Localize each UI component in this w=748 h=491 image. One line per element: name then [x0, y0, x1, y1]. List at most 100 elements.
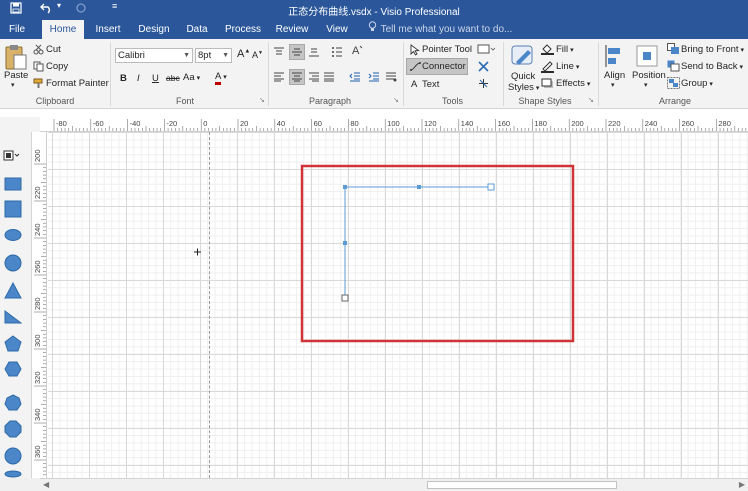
align-shapes-icon[interactable] [604, 44, 624, 71]
grow-font-button[interactable]: A▲ [237, 48, 250, 60]
octagon-stencil-icon[interactable] [4, 420, 22, 441]
group-button[interactable]: Group ▾ [681, 78, 713, 89]
line-pen-icon [541, 61, 554, 76]
format-painter-icon [33, 78, 44, 92]
scroll-right-icon[interactable]: ▶ [739, 480, 745, 489]
font-size-combo[interactable]: 8pt ▼ [195, 48, 232, 63]
divider [598, 42, 599, 106]
effects-button[interactable]: Effects ▾ [556, 78, 590, 89]
paste-dropdown-icon[interactable]: ▾ [11, 81, 15, 89]
circle-stencil-icon[interactable] [4, 254, 22, 275]
right-triangle-stencil-icon[interactable] [4, 310, 23, 327]
dialog-launcher-icon[interactable]: ↘ [259, 96, 265, 104]
ellipse-stencil-icon[interactable] [4, 228, 22, 245]
underline-button[interactable]: U [152, 73, 159, 84]
heptagon-stencil-icon[interactable] [4, 394, 22, 415]
arrange-group-label: Arrange [658, 96, 692, 106]
more-shapes-icon[interactable] [3, 150, 23, 165]
pointer-icon [410, 44, 420, 59]
horizontal-scrollbar[interactable]: ◀ ▶ [40, 478, 748, 491]
pentagon-stencil-icon[interactable] [4, 335, 22, 355]
ruler-label: 220 [608, 119, 621, 128]
font-size-value: 8pt [198, 50, 212, 61]
tab-data[interactable]: Data [182, 20, 212, 39]
italic-button[interactable]: I [137, 73, 140, 84]
bold-button[interactable]: B [120, 73, 127, 84]
tab-process[interactable]: Process [222, 20, 264, 39]
paste-label: Paste [4, 70, 29, 81]
triangle-stencil-icon[interactable] [4, 281, 22, 302]
font-color-button[interactable]: A ▾ [215, 71, 227, 85]
pointer-tool-button[interactable]: Pointer Tool [422, 44, 472, 55]
scroll-left-icon[interactable]: ◀ [43, 480, 49, 489]
tell-me-text: Tell me what you want to do... [380, 24, 513, 35]
align-bottom-icon[interactable] [308, 47, 320, 60]
vertical-ruler[interactable]: 200 220 240 260 280 300 320 340 360 [32, 132, 47, 478]
line-button[interactable]: Line ▾ [556, 61, 579, 72]
ruler-label: -20 [166, 119, 177, 128]
crosshair-cursor-icon [194, 248, 201, 256]
justify-icon[interactable] [323, 72, 335, 85]
delete-x-icon[interactable] [478, 61, 489, 75]
font-name-combo[interactable]: Calibri ▼ [115, 48, 193, 63]
align-dropdown-icon[interactable]: ▾ [611, 81, 615, 89]
rectangle-tool-icon[interactable] [477, 44, 496, 58]
connector-vertex-handle[interactable] [343, 185, 347, 189]
decagon-stencil-icon[interactable] [4, 447, 22, 468]
connector-midpoint-handle[interactable] [417, 185, 421, 189]
strikethrough-button[interactable]: abc [166, 73, 180, 83]
ruler-label: -60 [93, 119, 104, 128]
cut-button[interactable]: Cut [46, 44, 61, 55]
format-painter-button[interactable]: Format Painter [46, 78, 109, 89]
tab-insert[interactable]: Insert [92, 20, 124, 39]
position-button-label[interactable]: Position [632, 70, 666, 81]
horizontal-ruler[interactable]: -80 -60 -40 -20 0 20 40 60 80 100 120 140 160 180 200 2… [40, 117, 748, 132]
quick-styles-label-text: Styles [508, 82, 534, 93]
connector-button[interactable]: Connector [422, 61, 466, 72]
ruler-label: 180 [534, 119, 547, 128]
copy-button[interactable]: Copy [46, 61, 68, 72]
hexagon-stencil-icon[interactable] [4, 361, 22, 380]
connector-line[interactable] [344, 186, 491, 298]
send-to-back-button[interactable]: Send to Back ▾ [681, 61, 743, 72]
shrink-font-button[interactable]: A▼ [252, 50, 263, 60]
quick-styles-icon[interactable] [510, 43, 536, 72]
connector-midpoint-handle[interactable] [343, 241, 347, 245]
position-icon[interactable] [635, 44, 659, 71]
decrease-indent-icon[interactable] [349, 72, 361, 85]
dialog-launcher-icon[interactable]: ↘ [393, 96, 399, 104]
align-center-icon[interactable] [291, 72, 303, 85]
align-button-label[interactable]: Align [604, 70, 625, 81]
connection-point-icon[interactable] [477, 77, 490, 93]
text-tool-button[interactable]: Text [422, 79, 439, 90]
tab-home[interactable]: Home [42, 20, 84, 39]
align-middle-icon[interactable] [291, 47, 303, 60]
tab-review[interactable]: Review [273, 20, 311, 39]
ruler-label: -40 [130, 119, 141, 128]
paragraph-options-icon[interactable] [385, 72, 397, 85]
scrollbar-thumb[interactable] [427, 481, 617, 489]
rectangle-stencil-icon[interactable] [4, 175, 22, 196]
bullets-icon[interactable] [331, 46, 343, 61]
bring-to-front-button[interactable]: Bring to Front ▾ [681, 44, 744, 55]
tab-design[interactable]: Design [135, 20, 173, 39]
connector-end-handle[interactable] [487, 183, 495, 191]
tab-view[interactable]: View [322, 20, 352, 39]
fill-button[interactable]: Fill ▾ [556, 44, 574, 55]
text-direction-icon[interactable]: A [351, 44, 363, 61]
connector-begin-handle[interactable] [341, 294, 349, 302]
change-case-label: Aa [183, 72, 195, 83]
drawing-canvas[interactable] [48, 132, 748, 478]
align-top-icon[interactable] [273, 47, 285, 60]
tab-file[interactable]: File [4, 20, 30, 39]
align-right-icon[interactable] [308, 72, 320, 85]
dialog-launcher-icon[interactable]: ↘ [588, 96, 594, 104]
increase-indent-icon[interactable] [368, 72, 380, 85]
svg-text:A: A [352, 45, 360, 57]
tell-me-box[interactable]: Tell me what you want to do... [368, 20, 512, 39]
ruler-label: 160 [498, 119, 511, 128]
change-case-button[interactable]: Aa ▾ [183, 72, 200, 83]
position-dropdown-icon[interactable]: ▾ [644, 81, 648, 89]
square-stencil-icon[interactable] [4, 200, 22, 221]
align-left-icon[interactable] [273, 72, 285, 85]
